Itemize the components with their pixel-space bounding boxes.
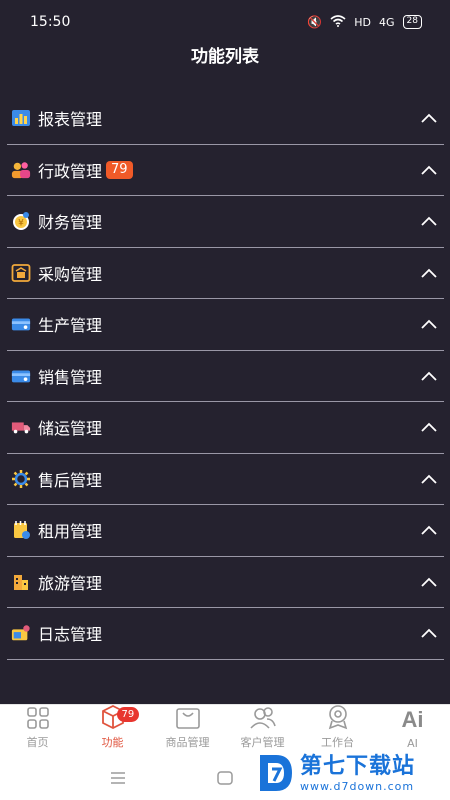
chevron-up-icon[interactable] [420, 215, 438, 227]
svg-text:¥: ¥ [18, 219, 24, 229]
chevron-up-icon[interactable] [420, 627, 438, 639]
menu-label: 售后管理 [38, 470, 103, 490]
menu-label: 租用管理 [38, 522, 103, 542]
finance-coin-icon: ¥ [11, 211, 31, 231]
menu-label: 行政管理 [38, 161, 103, 181]
ai-text-icon: Ai [401, 707, 424, 732]
menu-item-report[interactable]: 报表管理 [7, 93, 444, 145]
menu-label: 销售管理 [38, 367, 103, 387]
notification-badge: 79 [116, 707, 140, 722]
page-title: 功能列表 [191, 47, 259, 67]
menu-label: 储运管理 [38, 419, 103, 439]
travel-building-icon [11, 572, 31, 592]
notification-badge: 79 [106, 160, 133, 179]
tab-function[interactable]: 79 功能 [75, 704, 150, 758]
tab-label: 首页 [26, 736, 49, 749]
after-sales-gear-icon [11, 469, 31, 489]
chevron-up-icon[interactable] [420, 370, 438, 382]
watermark-d-icon [260, 755, 292, 791]
chevron-up-icon[interactable] [420, 576, 438, 588]
goods-bag-icon [174, 705, 202, 730]
watermark-url: www.d7down.com [300, 779, 415, 793]
chevron-up-icon[interactable] [420, 421, 438, 433]
tab-label: 功能 [101, 736, 124, 749]
menu-item-finance[interactable]: ¥ 财务管理 [7, 196, 444, 248]
production-card-icon [11, 314, 31, 334]
status-icons: 🔇 HD 4G 28 [307, 14, 422, 30]
watermark-logo: 第七下载站 www.d7down.com [256, 748, 446, 798]
vibrate-mute-icon: 🔇 [307, 15, 323, 29]
menu-label: 财务管理 [38, 213, 103, 233]
menu-item-rental[interactable]: 租用管理 [7, 505, 444, 557]
menu-item-sales[interactable]: 销售管理 [7, 351, 444, 402]
wifi-icon [330, 14, 346, 30]
menu-label: 采购管理 [38, 264, 103, 284]
menu-label: 生产管理 [38, 316, 103, 336]
menu-item-after-sales[interactable]: 售后管理 [7, 454, 444, 505]
report-chart-icon [11, 108, 31, 128]
function-menu-list: 报表管理 行政管理 79 ¥ 财务管理 采购管理 生产管理 销售管理 储运管理 … [7, 93, 444, 660]
menu-item-log[interactable]: 日志管理 [7, 608, 444, 660]
chevron-up-icon[interactable] [420, 473, 438, 485]
menu-item-travel[interactable]: 旅游管理 [7, 557, 444, 608]
home-grid-icon [24, 705, 52, 730]
log-person-icon [11, 623, 31, 643]
customers-icon [249, 705, 277, 730]
chevron-up-icon[interactable] [420, 267, 438, 279]
watermark-title: 第七下载站 [300, 753, 416, 779]
chevron-up-icon[interactable] [420, 318, 438, 330]
signal-4g-label: 4G [379, 15, 395, 29]
menu-label: 报表管理 [38, 110, 103, 130]
tab-home[interactable]: 首页 [0, 705, 75, 758]
tab-goods[interactable]: 商品管理 [150, 705, 225, 758]
rental-note-icon [11, 520, 31, 540]
admin-people-icon [11, 160, 31, 180]
menu-item-production[interactable]: 生产管理 [7, 299, 444, 351]
status-time: 15:50 [30, 14, 71, 30]
battery-icon: 28 [402, 15, 422, 29]
menu-icon[interactable] [110, 771, 126, 785]
sales-card-icon [11, 366, 31, 386]
menu-item-purchase[interactable]: 采购管理 [7, 248, 444, 299]
purchase-basket-icon [11, 263, 31, 283]
menu-label: 旅游管理 [38, 573, 103, 593]
home-square-icon[interactable] [217, 771, 233, 785]
menu-item-admin[interactable]: 行政管理 79 [7, 145, 444, 196]
menu-label: 日志管理 [38, 625, 103, 645]
workbench-icon [324, 704, 352, 730]
chevron-up-icon[interactable] [420, 112, 438, 124]
menu-item-storage[interactable]: 储运管理 [7, 402, 444, 454]
chevron-up-icon[interactable] [420, 164, 438, 176]
delivery-truck-icon [11, 417, 31, 437]
chevron-up-icon[interactable] [420, 524, 438, 536]
network-hd-label: HD [354, 15, 372, 29]
status-bar: 15:50 🔇 HD 4G 28 [0, 0, 450, 44]
tab-label: 商品管理 [165, 736, 210, 749]
